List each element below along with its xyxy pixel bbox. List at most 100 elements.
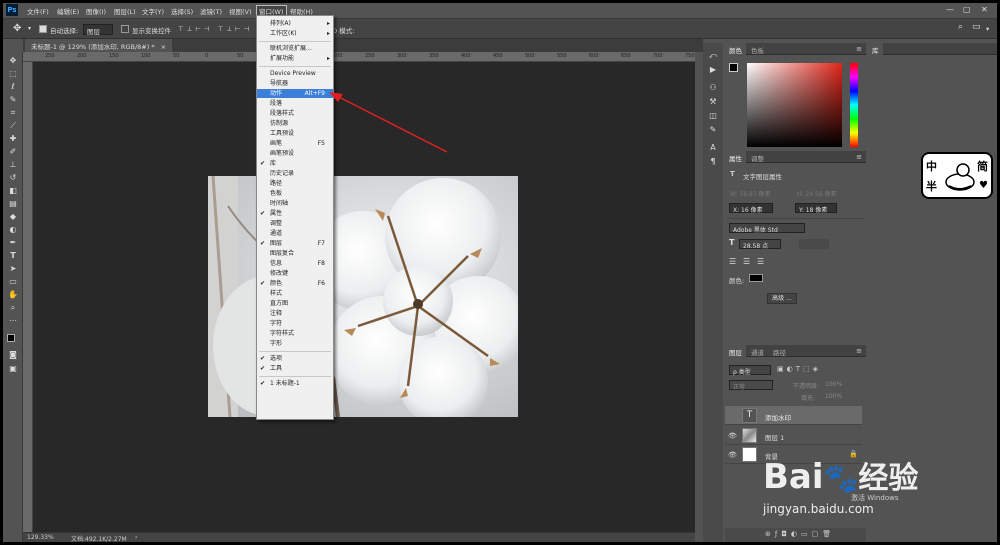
- font-family-dropdown[interactable]: Adobe 黑体 Std: [729, 223, 805, 234]
- tab-layers[interactable]: 图层: [725, 345, 746, 357]
- menu-select[interactable]: 选择(S): [171, 6, 193, 16]
- brush-tool-icon[interactable]: ✐: [8, 147, 18, 156]
- menu-item[interactable]: 修改键: [257, 269, 333, 278]
- menu-file[interactable]: 文件(F): [27, 6, 49, 16]
- tool-preset-dropdown-icon[interactable]: ▾: [28, 25, 31, 32]
- document-tab[interactable]: 未标题-1 @ 129% (添加水印, RGB/8#) * ×: [25, 39, 173, 52]
- marquee-tool-icon[interactable]: ⬚: [8, 69, 18, 78]
- menu-item[interactable]: 字符: [257, 319, 333, 328]
- stamp-tool-icon[interactable]: ⊥: [8, 160, 18, 169]
- menu-item[interactable]: 仿制源: [257, 119, 333, 128]
- menu-item[interactable]: 时间轴: [257, 199, 333, 208]
- workspace-icon[interactable]: ▭: [972, 22, 981, 32]
- auto-select-checkbox[interactable]: [39, 25, 47, 33]
- zoom-level[interactable]: 129.33%: [27, 534, 54, 541]
- tab-paths[interactable]: 路径: [769, 345, 790, 357]
- tab-properties[interactable]: 属性: [725, 151, 746, 163]
- eraser-tool-icon[interactable]: ◧: [8, 186, 18, 195]
- menu-item[interactable]: 注释: [257, 309, 333, 318]
- menu-item[interactable]: 工具预设: [257, 129, 333, 138]
- close-tab-icon[interactable]: ×: [161, 43, 166, 51]
- layer-row-text[interactable]: T 添加水印: [725, 406, 862, 425]
- menu-item[interactable]: 画笔 F5: [257, 139, 333, 148]
- menu-item[interactable]: 通道: [257, 229, 333, 238]
- panel-menu-icon[interactable]: ≡: [856, 153, 862, 161]
- menu-item[interactable]: 调整: [257, 219, 333, 228]
- move-tool-icon[interactable]: ✥: [13, 23, 21, 34]
- minimize-button[interactable]: —: [946, 5, 954, 14]
- maximize-button[interactable]: ▢: [963, 5, 971, 14]
- menu-layer[interactable]: 图层(L): [114, 6, 136, 16]
- history-panel-icon[interactable]: ⤺: [707, 51, 719, 61]
- align-right-icon[interactable]: ☰: [757, 257, 764, 266]
- text-color-swatch[interactable]: [749, 274, 763, 282]
- layer-comps-panel-icon[interactable]: ◫: [707, 111, 719, 121]
- x-position-field[interactable]: X: 16 像素: [729, 203, 773, 214]
- tab-libraries[interactable]: 库: [868, 43, 883, 55]
- dodge-tool-icon[interactable]: ◐: [8, 225, 18, 234]
- character-panel-icon[interactable]: A: [707, 143, 719, 153]
- hue-slider[interactable]: [850, 63, 858, 147]
- path-select-tool-icon[interactable]: ➤: [8, 264, 18, 273]
- menu-item[interactable]: 样式: [257, 289, 333, 298]
- close-button[interactable]: ✕: [981, 5, 988, 14]
- paragraph-panel-icon[interactable]: ¶: [707, 157, 719, 167]
- tab-adjustments[interactable]: 调整: [747, 151, 768, 163]
- menu-item[interactable]: 色板: [257, 189, 333, 198]
- menu-item[interactable]: Device Preview: [257, 69, 333, 78]
- brush-panel-icon[interactable]: ✎: [707, 125, 719, 135]
- eyedropper-tool-icon[interactable]: ⟋: [8, 121, 18, 130]
- layer-actions-icons[interactable]: ⊛ƒ◘◐▭▢🗑: [765, 530, 835, 538]
- menu-item[interactable]: 历史记录: [257, 169, 333, 178]
- healing-tool-icon[interactable]: ✚: [8, 134, 18, 143]
- align-left-icon[interactable]: ☰: [729, 257, 736, 266]
- screen-mode-icon[interactable]: ▣: [8, 364, 18, 373]
- menu-item[interactable]: 信息 F8: [257, 259, 333, 268]
- panel-menu-icon[interactable]: ≡: [856, 347, 862, 355]
- y-position-field[interactable]: Y: 18 像素: [795, 203, 837, 214]
- panel-menu-icon[interactable]: ≡: [856, 45, 862, 53]
- menu-item[interactable]: 图层 ✔ F7: [257, 239, 333, 248]
- menu-item[interactable]: 字形: [257, 339, 333, 348]
- menu-type[interactable]: 文字(Y): [142, 6, 164, 16]
- auto-select-dropdown[interactable]: 图层: [83, 24, 113, 36]
- visibility-eye-icon[interactable]: 👁: [728, 451, 737, 459]
- pen-tool-icon[interactable]: ✒: [8, 238, 18, 247]
- workspace-dropdown-icon[interactable]: ▾: [986, 25, 989, 33]
- menu-image[interactable]: 图像(I): [86, 6, 106, 16]
- blur-tool-icon[interactable]: ◆: [8, 212, 18, 221]
- menu-item[interactable]: 字符样式: [257, 329, 333, 338]
- menu-item[interactable]: 颜色 ✔ F6: [257, 279, 333, 288]
- leading-field[interactable]: [799, 239, 829, 249]
- menu-item[interactable]: 选项 ✔: [257, 354, 333, 363]
- lasso-tool-icon[interactable]: ℓ: [8, 82, 18, 91]
- menu-filter[interactable]: 滤镜(T): [200, 6, 222, 16]
- menu-view[interactable]: 视图(V): [229, 6, 252, 16]
- menu-item[interactable]: 排列(A) ▸: [257, 19, 333, 28]
- hand-tool-icon[interactable]: ✋: [8, 290, 18, 299]
- clone-source-panel-icon[interactable]: ⚇: [707, 83, 719, 93]
- type-tool-icon[interactable]: T: [8, 251, 18, 260]
- tab-swatches[interactable]: 色板: [747, 43, 768, 55]
- menu-edit[interactable]: 编辑(E): [57, 6, 79, 16]
- menu-item[interactable]: 直方图: [257, 299, 333, 308]
- menu-item[interactable]: 画笔预设: [257, 149, 333, 158]
- menu-item[interactable]: 段落: [257, 99, 333, 108]
- quick-mask-icon[interactable]: ◙: [8, 350, 18, 359]
- more-tools-icon[interactable]: ⋯: [8, 316, 18, 325]
- filter-icons[interactable]: ▣◐T⬚◈: [777, 365, 821, 373]
- color-picker-field[interactable]: [747, 63, 842, 147]
- menu-item[interactable]: 1 未标题-1 ✔: [257, 379, 333, 388]
- advanced-button[interactable]: 高级 ...: [767, 293, 797, 304]
- layer-row-image[interactable]: 👁 图层 1: [725, 426, 862, 445]
- blend-mode-dropdown[interactable]: 正常: [729, 380, 773, 391]
- crop-tool-icon[interactable]: ⌗: [8, 108, 18, 117]
- gradient-tool-icon[interactable]: ▤: [8, 199, 18, 208]
- menu-item[interactable]: 路径: [257, 179, 333, 188]
- menu-item[interactable]: 图层复合: [257, 249, 333, 258]
- quick-select-tool-icon[interactable]: ✎: [8, 95, 18, 104]
- foreground-color-swatch[interactable]: [7, 334, 15, 342]
- actions-panel-icon[interactable]: ▶: [707, 65, 719, 75]
- fill-value[interactable]: 100%: [825, 393, 842, 400]
- tool-presets-panel-icon[interactable]: ⚒: [707, 97, 719, 107]
